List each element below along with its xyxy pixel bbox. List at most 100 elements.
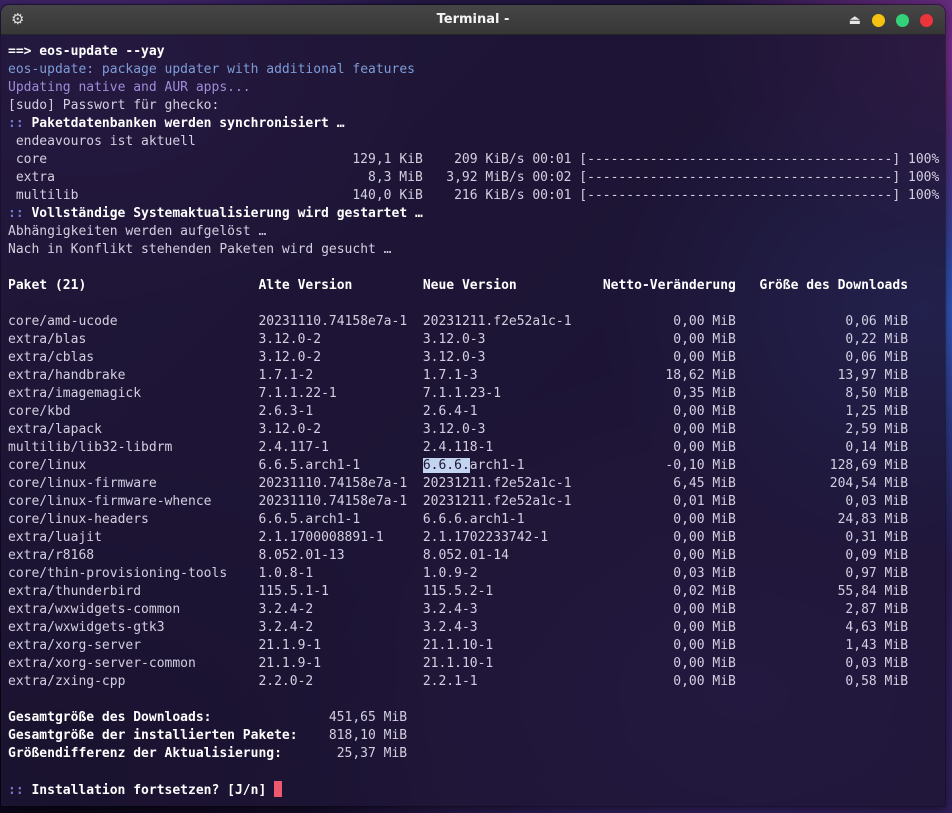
summary-value: 451,65 MiB: [328, 710, 408, 725]
new-version-text: 3.2.4-3: [422, 620, 478, 635]
new-version-text: 115.5.2-1: [422, 584, 494, 599]
window-title: Terminal -: [436, 12, 510, 27]
net-change: 0,35 MiB: [673, 386, 736, 401]
download-size: 0,31 MiB: [845, 530, 909, 545]
new-version: 2.4.118-1: [423, 439, 572, 457]
package-name: multilib/lib32-libdrm: [8, 440, 173, 455]
old-version: 1.0.8-1: [258, 566, 314, 581]
net-change: -0,10 MiB: [665, 458, 736, 473]
download-size: 140,0 KiB: [352, 188, 423, 203]
sudo-password-prompt: [sudo] Passwort für ghecko:: [8, 98, 220, 113]
package-table-header: Paket (21) Alte Version Neue Version Netto-…: [8, 277, 945, 295]
repo-name: multilib: [8, 188, 79, 203]
new-version-text: 2.1.1702233742-1: [422, 530, 549, 545]
close-button[interactable]: [920, 13, 933, 27]
download-size: 4,63 MiB: [845, 620, 909, 635]
new-version-text: 3.12.0-3: [422, 422, 486, 437]
download-size: 24,83 MiB: [837, 512, 909, 527]
summary-row: Gesamtgröße des Downloads: 451,65 MiB: [8, 709, 945, 727]
package-row: core/amd-ucode 20231110.74158e7a-1 2023121…: [8, 313, 945, 331]
old-version: 3.12.0-2: [258, 350, 322, 365]
package-row: extra/wxwidgets-common 3.2.4-2 3.2.4-3 0,00…: [8, 601, 945, 619]
new-version-text: 2.6.4-1: [422, 404, 478, 419]
download-progress-line: extra 8,3 MiB 3,92 MiB/s 00:02 [------------…: [8, 169, 945, 187]
new-version: 6.6.6.arch1-1: [423, 511, 572, 529]
new-version: 6.6.6.arch1-1: [422, 457, 572, 475]
package-row: extra/thunderbird 115.5.1-1 115.5.2-1 0,02 …: [8, 583, 945, 601]
package-row: extra/handbrake 1.7.1-2 1.7.1-3 18,62 MiB 13…: [8, 367, 945, 385]
net-change: 0,02 MiB: [673, 584, 736, 599]
new-version: 8.052.01-14: [423, 547, 572, 565]
download-time: 00:02: [532, 170, 572, 185]
new-version: 115.5.2-1: [423, 583, 572, 601]
new-version: 20231211.f2e52a1c-1: [423, 475, 572, 493]
header-paket: Paket (21): [8, 278, 87, 293]
new-version-text: 8.052.01-14: [422, 548, 509, 563]
download-size: 0,14 MiB: [845, 440, 909, 455]
new-version: 21.1.10-1: [423, 637, 572, 655]
old-version: 3.12.0-2: [258, 332, 322, 347]
progress-percent: 100%: [908, 170, 940, 185]
summary-label: Größendifferenz der Aktualisierung:: [8, 746, 282, 761]
package-name: core/linux-headers: [8, 512, 149, 527]
new-version: 21.1.10-1: [423, 655, 572, 673]
new-version: 2.2.1-1: [423, 673, 572, 691]
pacman-marker: ::: [8, 116, 24, 131]
old-version: 20231110.74158e7a-1: [258, 494, 408, 509]
conflict-check: Nach in Konflikt stehenden Paketen wird …: [8, 242, 392, 257]
package-table: core/amd-ucode 20231110.74158e7a-1 2023121…: [8, 313, 945, 691]
download-progress-list: core 129,1 KiB 209 KiB/s 00:01 [------------…: [8, 151, 945, 205]
old-version: 3.2.4-2: [258, 602, 314, 617]
package-name: core/thin-provisioning-tools: [8, 566, 228, 581]
summary-row: Größendifferenz der Aktualisierung: 25,37…: [8, 745, 945, 763]
package-row: extra/luajit 2.1.1700008891-1 2.1.17022337…: [8, 529, 945, 547]
download-progress-line: multilib 140,0 KiB 216 KiB/s 00:01 [--------…: [8, 187, 945, 205]
new-version: 1.7.1-3: [423, 367, 572, 385]
net-change: 0,00 MiB: [673, 656, 736, 671]
download-size: 129,1 KiB: [352, 152, 423, 167]
package-name: core/kbd: [8, 404, 71, 419]
package-name: extra/xorg-server-common: [8, 656, 196, 671]
sync-header: :: Paketdatenbanken werden synchronisiert…: [8, 115, 945, 133]
minimize-button[interactable]: [872, 13, 885, 27]
old-version: 2.2.0-2: [258, 674, 314, 689]
download-time: 00:01: [532, 188, 572, 203]
download-speed: 216 KiB/s: [454, 188, 525, 203]
window-titlebar[interactable]: ⚙ Terminal - ⏏: [1, 5, 945, 35]
download-size: 1,43 MiB: [845, 638, 909, 653]
new-version-text: 1.7.1-3: [422, 368, 478, 383]
net-change: 0,00 MiB: [673, 350, 736, 365]
old-version: 2.4.117-1: [258, 440, 329, 455]
version-search-highlight: 6.6.6.: [422, 458, 470, 473]
summary-list: Gesamtgröße des Downloads: 451,65 MiB Ges…: [8, 709, 945, 763]
shade-window-icon[interactable]: ⏏: [849, 14, 861, 27]
download-size: 8,3 MiB: [368, 170, 423, 185]
new-version-text: 2.2.1-1: [422, 674, 478, 689]
download-size: 0,06 MiB: [845, 314, 909, 329]
header-neue-version: Neue Version: [422, 278, 517, 293]
download-size: 0,22 MiB: [845, 332, 909, 347]
net-change: 0,03 MiB: [673, 566, 736, 581]
terminal-content[interactable]: ==> eos-update --yay eos-update: package…: [1, 35, 945, 806]
package-name: extra/imagemagick: [8, 386, 142, 401]
progress-percent: 100%: [908, 188, 940, 203]
download-time: 00:01: [532, 152, 572, 167]
maximize-button[interactable]: [896, 13, 909, 27]
package-row: extra/lapack 3.12.0-2 3.12.0-3 0,00 MiB 2,59…: [8, 421, 945, 439]
old-version: 20231110.74158e7a-1: [258, 314, 408, 329]
package-name: extra/zxing-cpp: [8, 674, 126, 689]
package-name: core/linux-firmware: [8, 476, 157, 491]
download-size: 1,25 MiB: [845, 404, 909, 419]
download-size: 0,06 MiB: [845, 350, 909, 365]
package-row: core/linux-firmware-whence 20231110.74158…: [8, 493, 945, 511]
pacman-marker: ::: [8, 206, 24, 221]
new-version-text: 3.12.0-3: [422, 332, 486, 347]
header-alte-version: Alte Version: [258, 278, 353, 293]
package-row: core/kbd 2.6.3-1 2.6.4-1 0,00 MiB 1,25 MiB: [8, 403, 945, 421]
package-row: core/linux 6.6.5.arch1-1 6.6.6.arch1-1 -0,1…: [8, 457, 945, 475]
old-version: 21.1.9-1: [258, 656, 322, 671]
package-row: extra/xorg-server 21.1.9-1 21.1.10-1 0,00 M…: [8, 637, 945, 655]
